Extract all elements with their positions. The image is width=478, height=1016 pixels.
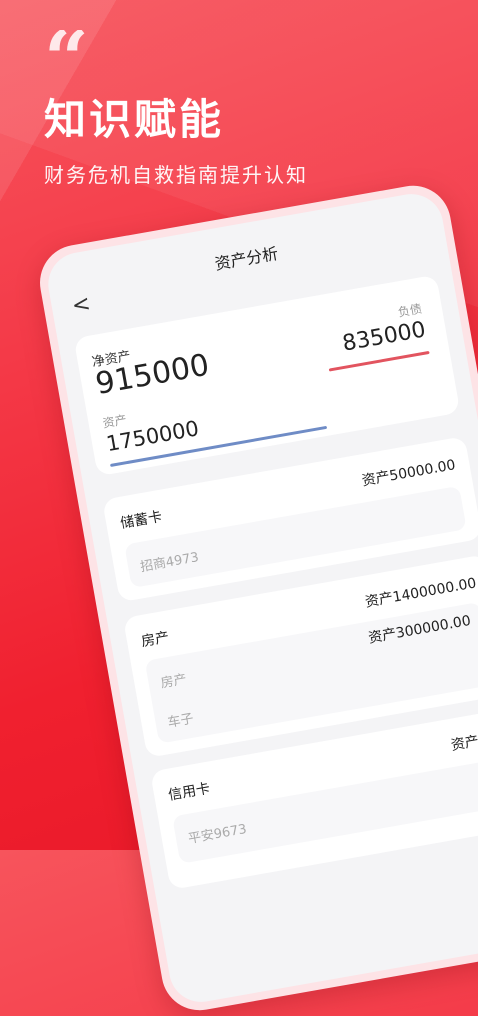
section-title: 信用卡 [167,780,212,804]
section-amount: 资产35000. [449,724,478,754]
hero: “ 知识赋能 财务危机自救指南提升认知 [44,30,308,188]
debt-value: 835000 [340,317,428,357]
section-title: 储蓄卡 [119,508,164,532]
hero-subtitle: 财务危机自救指南提升认知 [44,163,308,187]
list-item-name: 招商4973 [139,550,200,576]
list-item-name[interactable]: 车子 [166,708,195,731]
list-item-name: 平安9673 [187,821,248,848]
list-item[interactable]: 平安9673 [172,757,478,864]
section-amount: 资产50000.00 [360,457,457,490]
quote-mark-icon: “ [44,30,89,78]
phone-mockup: 资产分析 < 净资产 915000 负债 835000 资产 1750000 储… [34,179,478,1016]
hero-title: 知识赋能 [44,95,225,144]
list-item-name[interactable]: 房产 [159,668,188,691]
section-title: 房产 [140,629,171,651]
list-item-amount: 资产300000.00 [367,612,473,647]
phone-screen: 资产分析 < 净资产 915000 负债 835000 资产 1750000 储… [43,189,478,1007]
